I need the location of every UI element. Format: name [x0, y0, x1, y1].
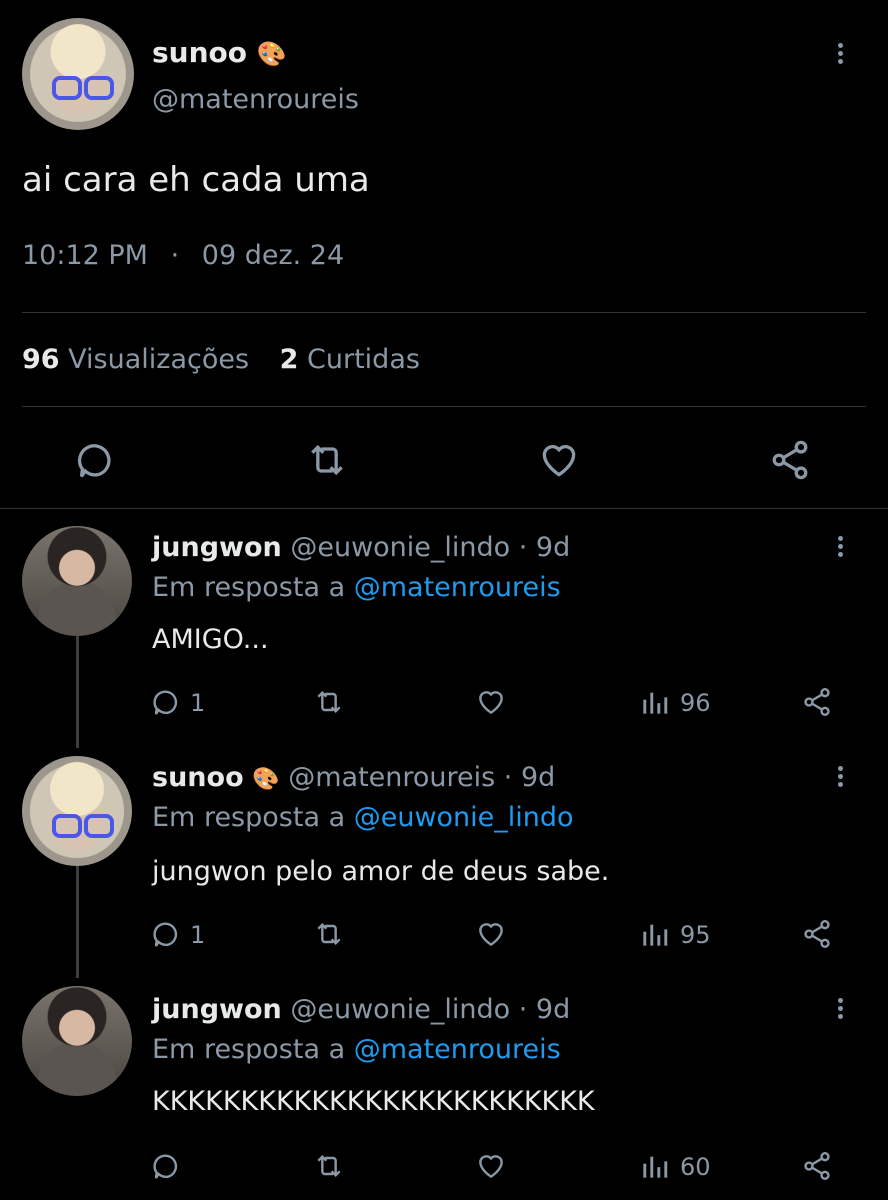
- like-icon[interactable]: [474, 1150, 508, 1182]
- reply-age[interactable]: · 9d: [504, 762, 555, 793]
- reply-to-link[interactable]: @euwonie_lindo: [354, 802, 574, 833]
- reply-icon[interactable]: [152, 1150, 184, 1182]
- retweet-icon[interactable]: [312, 918, 346, 950]
- reply-prefix: Em resposta a: [152, 572, 346, 603]
- like-icon[interactable]: [474, 686, 508, 718]
- reply-context: Em resposta a @euwonie_lindo: [152, 802, 574, 833]
- likes-count[interactable]: 2: [280, 344, 299, 375]
- author-handle[interactable]: @matenroureis: [288, 762, 495, 793]
- reply-icon[interactable]: [152, 686, 184, 718]
- reply-text: KKKKKKKKKKKKKKKKKKKKKKKKK: [152, 1086, 595, 1117]
- share-icon[interactable]: [800, 686, 834, 718]
- author-handle[interactable]: @matenroureis: [152, 84, 359, 115]
- reply-to-link[interactable]: @matenroureis: [354, 1034, 561, 1065]
- reply-header: jungwon @euwonie_lindo · 9d: [152, 994, 570, 1025]
- like-icon[interactable]: [536, 438, 582, 482]
- reply-text: AMIGO...: [152, 624, 269, 655]
- views-icon[interactable]: [640, 1152, 670, 1180]
- author-display-name[interactable]: jungwon: [152, 532, 282, 563]
- avatar[interactable]: [22, 526, 132, 636]
- reply-count: 1: [190, 921, 206, 949]
- views-count: 60: [680, 1153, 711, 1181]
- more-options-icon[interactable]: [838, 763, 843, 790]
- reply-age[interactable]: · 9d: [519, 532, 570, 563]
- reply-icon[interactable]: [76, 438, 120, 482]
- retweet-icon[interactable]: [312, 686, 346, 718]
- views-icon[interactable]: [640, 688, 670, 716]
- reply-age[interactable]: · 9d: [519, 994, 570, 1025]
- author-display-name[interactable]: sunoo: [152, 36, 247, 69]
- divider: [0, 508, 888, 509]
- author-handle[interactable]: @euwonie_lindo: [290, 994, 510, 1025]
- more-options-icon[interactable]: [838, 995, 843, 1022]
- author-handle[interactable]: @euwonie_lindo: [290, 532, 510, 563]
- share-icon[interactable]: [768, 438, 812, 482]
- reply-context: Em resposta a @matenroureis: [152, 1034, 561, 1065]
- thread-line: [76, 636, 79, 748]
- tweet-text: ai cara eh cada uma: [22, 160, 370, 200]
- separator-dot: ·: [170, 240, 180, 271]
- tweet-date[interactable]: 09 dez. 24: [202, 240, 344, 271]
- palette-emoji-icon: 🎨: [256, 40, 287, 68]
- avatar[interactable]: [22, 986, 132, 1096]
- share-icon[interactable]: [800, 918, 834, 950]
- share-icon[interactable]: [800, 1150, 834, 1182]
- views-count: 95: [680, 921, 711, 949]
- more-options-icon[interactable]: [838, 533, 843, 560]
- retweet-icon[interactable]: [312, 1150, 346, 1182]
- reply-to-link[interactable]: @matenroureis: [354, 572, 561, 603]
- reply-count: 1: [190, 689, 206, 717]
- views-count: 96: [22, 344, 60, 375]
- views-count: 96: [680, 689, 711, 717]
- more-options-icon[interactable]: [838, 40, 843, 67]
- reply-prefix: Em resposta a: [152, 1034, 346, 1065]
- author-display-name[interactable]: jungwon: [152, 994, 282, 1025]
- reply-prefix: Em resposta a: [152, 802, 346, 833]
- divider: [22, 312, 866, 313]
- likes-label[interactable]: Curtidas: [307, 344, 420, 375]
- author-name[interactable]: sunoo 🎨: [152, 36, 287, 69]
- reply-text: jungwon pelo amor de deus sabe.: [152, 856, 610, 887]
- tweet-stats: 96 Visualizações 2 Curtidas: [22, 344, 420, 375]
- reply-icon[interactable]: [152, 918, 184, 950]
- views-icon[interactable]: [640, 920, 670, 948]
- avatar[interactable]: [22, 18, 134, 130]
- avatar[interactable]: [22, 756, 132, 866]
- tweet-time[interactable]: 10:12 PM: [22, 240, 148, 271]
- divider: [22, 406, 866, 407]
- author-display-name[interactable]: sunoo: [152, 762, 244, 793]
- reply-header: jungwon @euwonie_lindo · 9d: [152, 532, 570, 563]
- palette-emoji-icon: 🎨: [252, 767, 280, 792]
- reply-context: Em resposta a @matenroureis: [152, 572, 561, 603]
- retweet-icon[interactable]: [304, 438, 350, 482]
- thread-line: [76, 866, 79, 978]
- reply-header: sunoo 🎨 @matenroureis · 9d: [152, 762, 555, 793]
- like-icon[interactable]: [474, 918, 508, 950]
- tweet-timestamp: 10:12 PM · 09 dez. 24: [22, 240, 344, 271]
- views-label: Visualizações: [68, 344, 250, 375]
